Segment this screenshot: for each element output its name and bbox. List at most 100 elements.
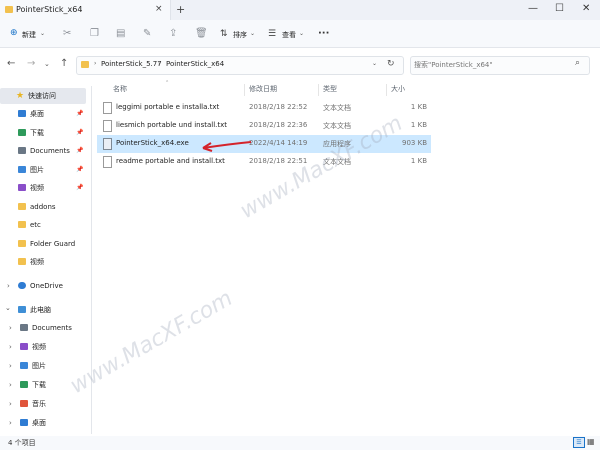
- breadcrumb-current[interactable]: PointerStick_x64: [166, 60, 224, 68]
- sidebar-item-quick[interactable]: Folder Guard: [18, 236, 75, 252]
- pin-icon: 📌: [76, 147, 84, 154]
- copy-icon[interactable]: ❐: [90, 28, 99, 39]
- details-view-icon[interactable]: ☰: [573, 437, 585, 448]
- new-tab-button[interactable]: +: [176, 3, 185, 16]
- paste-icon[interactable]: ▤: [116, 28, 125, 39]
- back-button[interactable]: ←: [7, 58, 15, 69]
- new-button[interactable]: 新建: [22, 30, 36, 40]
- chevron-right-icon: ›: [94, 60, 97, 67]
- pin-icon: 📌: [76, 165, 84, 173]
- sidebar-item-label: etc: [30, 221, 41, 229]
- folder-icon: [81, 61, 89, 68]
- sidebar-item-quick[interactable]: 视频: [18, 180, 44, 196]
- up-button[interactable]: ↑: [60, 58, 68, 69]
- breadcrumb-parent[interactable]: PointerStick_5.77: [101, 60, 162, 68]
- file-date: 2018/2/18 22:36: [249, 121, 308, 129]
- sidebar-item-label: 桌面: [32, 419, 46, 427]
- download-icon: [18, 128, 26, 136]
- sidebar-item-label: 下载: [32, 381, 46, 389]
- sidebar-item-quick[interactable]: Documents: [18, 143, 70, 159]
- pin-icon: 📌: [76, 110, 84, 117]
- close-window-button[interactable]: ✕: [582, 3, 590, 14]
- chevron-right-icon[interactable]: ›: [9, 343, 12, 351]
- column-divider[interactable]: [318, 84, 319, 96]
- sidebar-item-quick-access[interactable]: ★ 快速访问: [0, 88, 86, 104]
- search-icon[interactable]: ⌕: [575, 58, 580, 68]
- chevron-down-icon[interactable]: ⌄: [372, 60, 377, 67]
- item-count: 4 个项目: [8, 439, 36, 447]
- download-icon: [20, 381, 28, 388]
- column-divider[interactable]: [244, 84, 245, 96]
- sidebar-item-quick[interactable]: 视频: [18, 254, 44, 270]
- text-file-icon: [103, 156, 112, 168]
- sidebar-item-quick[interactable]: etc: [18, 217, 41, 233]
- sidebar-item-quick[interactable]: addons: [18, 199, 56, 215]
- text-file-icon: [103, 102, 112, 114]
- sidebar-item-onedrive[interactable]: OneDrive: [18, 278, 63, 294]
- sidebar-item-quick[interactable]: 下载: [18, 125, 44, 141]
- delete-icon[interactable]: 🗑: [195, 28, 208, 39]
- file-name: leggimi portable e installa.txt: [116, 103, 220, 111]
- document-icon: [18, 147, 26, 154]
- column-divider[interactable]: [386, 84, 387, 96]
- column-header-name[interactable]: 名称: [113, 84, 127, 94]
- chevron-right-icon[interactable]: ›: [9, 362, 12, 370]
- forward-button[interactable]: →: [27, 58, 35, 69]
- rename-icon[interactable]: ✎: [143, 28, 151, 39]
- chevron-right-icon[interactable]: ›: [7, 282, 10, 290]
- recent-locations-button[interactable]: ⌄: [44, 60, 50, 68]
- file-row[interactable]: leggimi portable e installa.txt 2018/2/18…: [97, 99, 431, 117]
- minimize-button[interactable]: —: [528, 3, 538, 14]
- more-options-button[interactable]: ···: [318, 28, 329, 39]
- folder-icon: [18, 239, 26, 247]
- sidebar-item-pc[interactable]: 音乐: [20, 396, 46, 412]
- sidebar-item-label: 图片: [32, 362, 46, 370]
- star-icon: ★: [16, 91, 25, 101]
- sort-icon: ⇅: [220, 29, 228, 39]
- pictures-icon: [20, 362, 28, 369]
- tiles-view-icon[interactable]: ▦: [587, 437, 595, 446]
- music-icon: [20, 400, 28, 407]
- chevron-right-icon[interactable]: ›: [9, 381, 12, 389]
- sidebar-item-label: Folder Guard: [30, 239, 76, 248]
- chevron-right-icon[interactable]: ›: [9, 419, 12, 427]
- tab-close-button[interactable]: ×: [155, 4, 163, 14]
- folder-icon: [18, 258, 26, 265]
- column-header-size[interactable]: 大小: [391, 84, 405, 94]
- sidebar-item-this-pc[interactable]: 此电脑: [18, 302, 51, 318]
- share-icon[interactable]: ⇪: [169, 28, 177, 39]
- chevron-down-icon[interactable]: ⌄: [5, 304, 11, 312]
- window-title: PointerStick_x64: [16, 5, 83, 14]
- sidebar-item-label: 下载: [30, 128, 44, 137]
- chevron-up-icon: ⌃: [165, 80, 170, 86]
- column-header-type[interactable]: 类型: [323, 84, 337, 94]
- sidebar-item-pc[interactable]: Documents: [20, 320, 72, 336]
- sidebar-item-pc[interactable]: 桌面: [20, 415, 46, 431]
- sidebar-item-quick[interactable]: 图片: [18, 162, 44, 178]
- cut-icon[interactable]: ✂: [63, 28, 71, 39]
- view-button[interactable]: 查看: [282, 30, 296, 40]
- sidebar-item-pc[interactable]: 下载: [20, 377, 46, 393]
- column-header-date[interactable]: 修改日期: [249, 84, 277, 94]
- chevron-right-icon[interactable]: ›: [9, 400, 12, 408]
- chevron-right-icon: ›: [158, 60, 161, 67]
- refresh-icon[interactable]: ↻: [387, 59, 395, 69]
- sidebar-item-pc[interactable]: 图片: [20, 358, 46, 374]
- maximize-button[interactable]: ☐: [555, 3, 564, 14]
- file-date: 2022/4/14 14:19: [249, 139, 308, 147]
- desktop-icon: [18, 110, 26, 117]
- sidebar-item-quick[interactable]: 桌面: [18, 106, 44, 122]
- sidebar-item-label: Documents: [30, 147, 70, 155]
- sidebar-item-pc[interactable]: 视频: [20, 339, 46, 355]
- chevron-right-icon[interactable]: ›: [9, 324, 12, 332]
- videos-icon: [18, 184, 26, 191]
- file-row[interactable]: readme portable and install.txt 2018/2/18…: [97, 153, 431, 171]
- sort-button[interactable]: 排序: [233, 30, 247, 40]
- sidebar-item-label: 此电脑: [30, 306, 51, 314]
- sidebar-item-label: 音乐: [32, 400, 46, 408]
- cloud-icon: [18, 282, 26, 289]
- computer-icon: [18, 306, 26, 313]
- file-name: liesmich portable und install.txt: [116, 121, 228, 129]
- sidebar-item-label: 桌面: [30, 110, 44, 118]
- document-icon: [20, 324, 28, 331]
